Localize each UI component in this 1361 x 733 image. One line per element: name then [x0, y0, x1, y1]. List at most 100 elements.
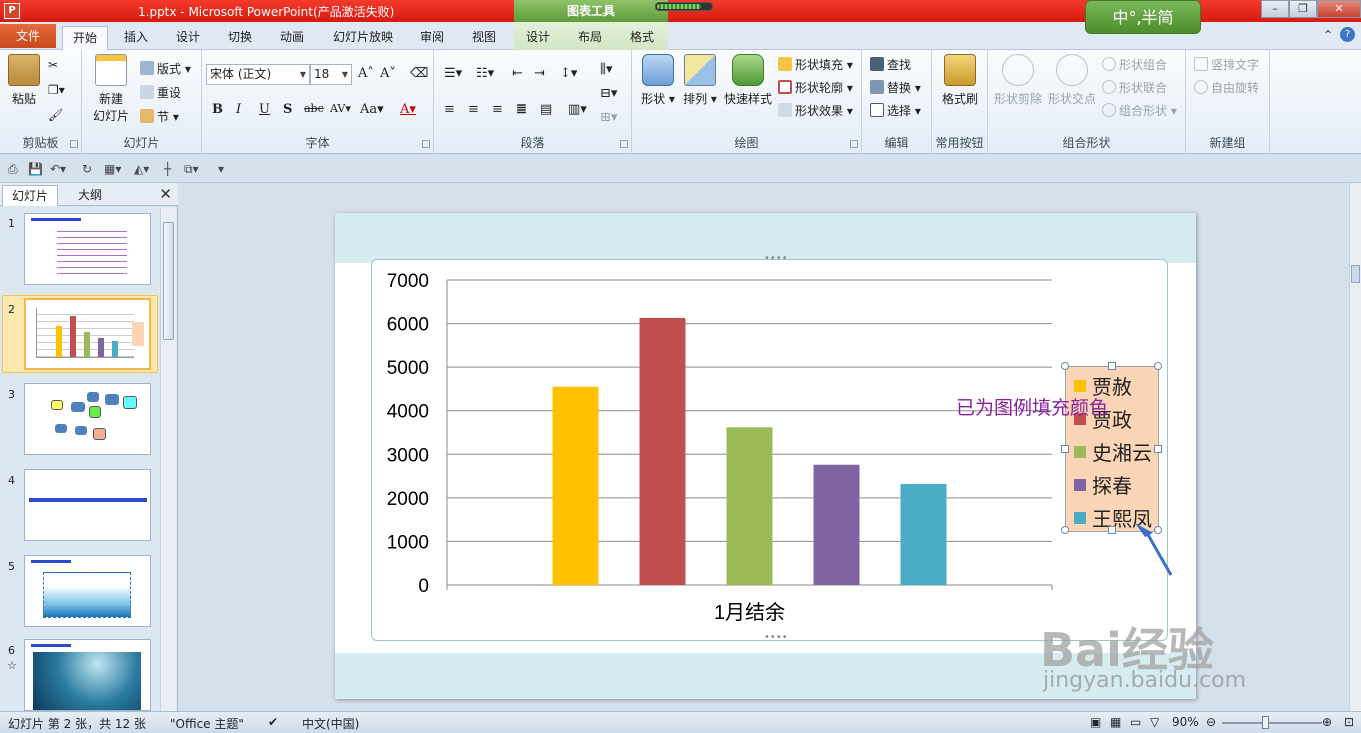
bold-button[interactable]: B — [212, 102, 223, 117]
shrink-font-button[interactable]: A˅ — [380, 66, 396, 81]
slides-pane-scrollbar[interactable] — [160, 208, 176, 711]
legend-item[interactable]: 探春 — [1074, 470, 1132, 499]
tab-outline[interactable]: 大纲 — [62, 185, 118, 206]
align-right-button[interactable]: ≡ — [492, 102, 503, 117]
quick-styles-button[interactable]: 快速样式 — [722, 54, 774, 107]
tab-animations[interactable]: 动画 — [270, 26, 314, 50]
shape-combine-button[interactable]: 形状组合 — [1102, 56, 1167, 73]
vertical-text-button[interactable]: 竖排文字 — [1194, 56, 1259, 73]
slide-thumbnail-6[interactable] — [24, 639, 151, 711]
char-spacing-button[interactable]: AV▾ — [330, 102, 351, 115]
shape-effects-button[interactable]: 形状效果 ▾ — [778, 102, 853, 119]
tab-review[interactable]: 审阅 — [410, 26, 454, 50]
chart-area[interactable]: •••• •••• 0 1000 2000 3000 4000 5000 6000 7000 1… — [371, 254, 1169, 643]
pane-close-icon[interactable]: ✕ — [159, 185, 172, 203]
slide-thumbnail-4[interactable] — [24, 469, 151, 541]
slide-sorter-icon[interactable]: ▦ — [1110, 715, 1121, 729]
spellcheck-icon[interactable]: ✔ — [268, 715, 278, 729]
clipboard-launcher[interactable] — [70, 140, 78, 148]
shape-subtract-button[interactable]: 形状剪除 — [992, 54, 1044, 107]
decrease-indent-button[interactable]: ⇤ — [512, 66, 523, 81]
select-button[interactable]: 选择 ▾ — [870, 102, 921, 119]
powerpoint-icon[interactable]: P — [4, 3, 20, 19]
normal-view-icon[interactable]: ▣ — [1090, 715, 1101, 729]
justify-button[interactable]: ≣ — [516, 102, 527, 117]
underline-button[interactable]: U — [259, 102, 270, 117]
paste-button[interactable]: 粘贴 — [6, 54, 42, 107]
slide-thumbnail-5[interactable] — [24, 555, 151, 627]
maximize-button[interactable]: ❐ — [1289, 0, 1317, 18]
slide-thumbnail-3[interactable] — [24, 383, 151, 455]
close-button[interactable]: ✕ — [1317, 0, 1361, 18]
tab-insert[interactable]: 插入 — [114, 26, 158, 50]
cut-icon[interactable]: ✂ — [48, 58, 58, 72]
print-preview-icon[interactable]: ⎙ — [8, 162, 18, 177]
tab-home[interactable]: 开始 — [62, 26, 108, 51]
zoom-out-icon[interactable]: ⊖ — [1206, 715, 1216, 729]
undo-icon[interactable]: ↶▾ — [50, 162, 66, 176]
customize-qat-icon[interactable]: ▾ — [218, 162, 224, 176]
theme-name[interactable]: "Office 主题" — [170, 715, 244, 732]
smartart-button[interactable]: ⊞▾ — [600, 110, 617, 125]
shape-intersect-button[interactable]: 形状交点 — [1046, 54, 1098, 107]
slide-thumbnail-1[interactable] — [24, 213, 151, 285]
find-button[interactable]: 查找 — [870, 56, 911, 73]
italic-button[interactable]: I — [236, 102, 241, 117]
legend-resize-handle[interactable] — [1061, 362, 1069, 370]
shapes-button[interactable]: 形状 ▾ — [636, 54, 680, 107]
grow-font-button[interactable]: A˄ — [358, 66, 374, 81]
bullets-button[interactable]: ☰▾ — [444, 66, 462, 81]
tab-slideshow[interactable]: 幻灯片放映 — [324, 26, 402, 50]
format-brush-small-icon[interactable]: 🖌 — [48, 108, 63, 122]
arrange-button[interactable]: 排列 ▾ — [678, 54, 722, 107]
tab-chart-format[interactable]: 格式 — [620, 26, 664, 50]
reading-view-icon[interactable]: ▭ — [1130, 715, 1141, 729]
ime-logo[interactable]: 中°,半简 — [1085, 0, 1201, 34]
line-spacing-button[interactable]: ↕▾ — [560, 66, 577, 81]
align-left-button[interactable]: ≡ — [444, 102, 455, 117]
align-center-button[interactable]: ≡ — [468, 102, 479, 117]
chart-legend[interactable]: 贾赦 贾政 史湘云 探春 王熙凤 — [1061, 362, 1162, 534]
font-size-combo[interactable]: 18 ▼ — [310, 64, 352, 85]
zoom-slider-knob[interactable] — [1262, 716, 1269, 729]
legend-resize-handle[interactable] — [1108, 526, 1116, 534]
font-launcher[interactable] — [422, 140, 430, 148]
shape-union-button[interactable]: 形状联合 — [1102, 79, 1167, 96]
new-slide-button[interactable]: 新建 幻灯片 — [88, 54, 134, 124]
tab-design[interactable]: 设计 — [166, 26, 210, 50]
minimize-button[interactable]: – — [1261, 0, 1289, 18]
language[interactable]: 中文(中国) — [302, 715, 359, 732]
format-icon[interactable]: ▦▾ — [104, 162, 121, 176]
legend-resize-handle[interactable] — [1154, 362, 1162, 370]
increase-indent-button[interactable]: ⇥ — [534, 66, 545, 81]
columns-button[interactable]: ▥▾ — [568, 102, 587, 117]
fit-to-window-icon[interactable]: ⊡ — [1344, 715, 1354, 729]
copy-icon[interactable]: ❐▾ — [48, 83, 65, 97]
shape-fill-button[interactable]: 形状填充 ▾ — [778, 56, 853, 73]
text-direction-button[interactable]: ⫼▾ — [600, 62, 613, 77]
tab-chart-design[interactable]: 设计 — [516, 26, 560, 50]
bar-chart[interactable]: 0 1000 2000 3000 4000 5000 6000 7000 1月结余 — [372, 260, 1169, 642]
slideshow-icon[interactable]: ▽ — [1150, 715, 1159, 729]
ribbon-minimize-icon[interactable]: ⌃ — [1323, 28, 1333, 42]
drawing-launcher[interactable] — [850, 140, 858, 148]
font-color-button[interactable]: A▾ — [400, 102, 416, 117]
strikethrough-button[interactable]: abc — [304, 102, 324, 115]
legend-resize-handle[interactable] — [1061, 526, 1069, 534]
replace-button[interactable]: 替换 ▾ — [870, 79, 921, 96]
section-button[interactable]: 节 ▾ — [140, 108, 179, 125]
shadow-button[interactable]: S — [283, 102, 292, 117]
align-text-button[interactable]: ⊟▾ — [600, 86, 617, 101]
tab-file[interactable]: 文件 — [0, 24, 56, 48]
tab-slides[interactable]: 幻灯片 — [2, 185, 58, 206]
shape-outline-button[interactable]: 形状轮廓 ▾ — [778, 79, 853, 96]
zoom-in-icon[interactable]: ⊕ — [1322, 715, 1332, 729]
tab-view[interactable]: 视图 — [462, 26, 506, 50]
legend-resize-handle[interactable] — [1108, 362, 1116, 370]
tab-chart-layout[interactable]: 布局 — [568, 26, 612, 50]
format-painter-button[interactable]: 格式刷 — [936, 54, 984, 107]
zoom-slider[interactable] — [1222, 722, 1322, 724]
combine-shapes-button[interactable]: 组合形状 ▾ — [1102, 102, 1177, 119]
align-icon[interactable]: ┼ — [164, 162, 171, 176]
numbering-button[interactable]: ☷▾ — [476, 66, 494, 81]
